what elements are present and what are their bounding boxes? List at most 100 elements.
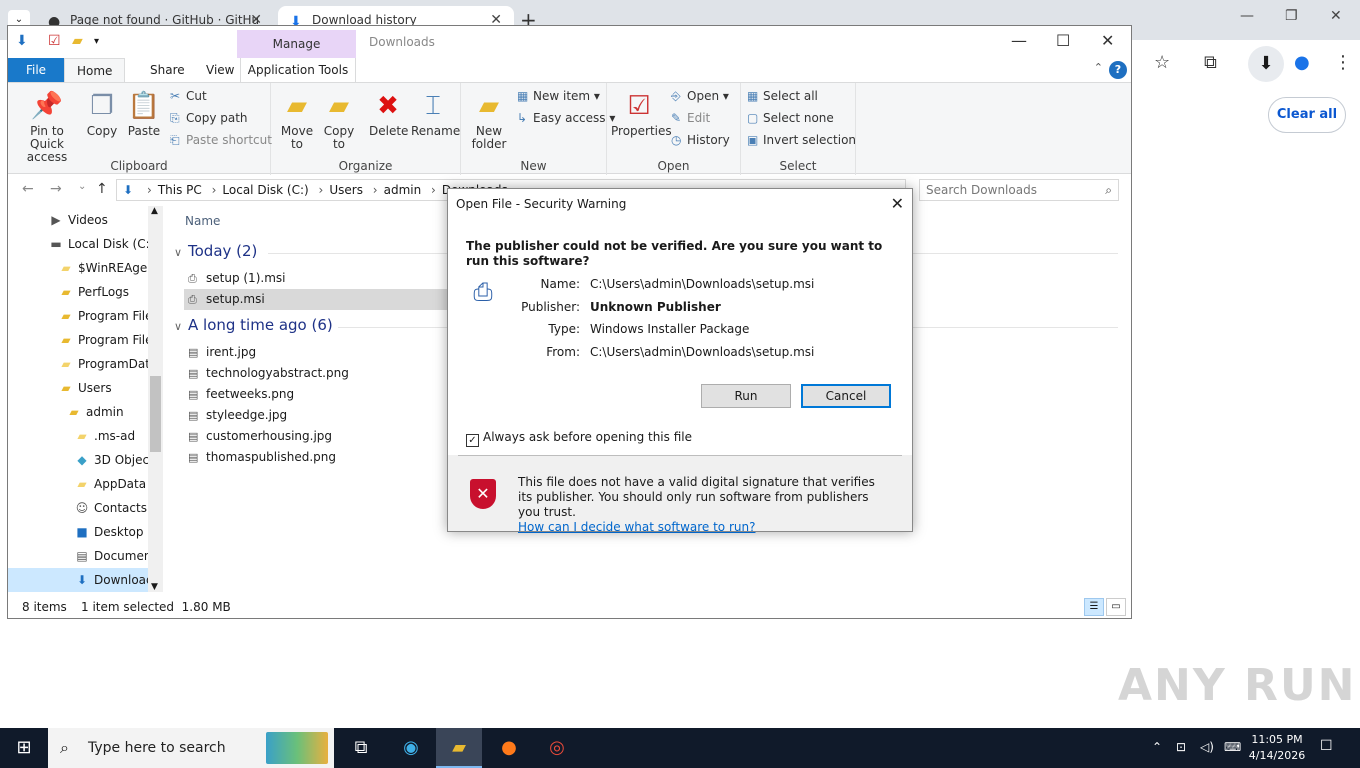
scrollbar-thumb[interactable]	[150, 376, 161, 452]
copy-to-button[interactable]: ▰ Copy to	[321, 87, 357, 151]
cancel-button[interactable]: Cancel	[801, 384, 891, 408]
nav-item-downloads[interactable]: ⬇ Downloads	[8, 568, 163, 592]
system-clock[interactable]: 11:05 PM 4/14/2026	[1244, 732, 1310, 764]
collapse-ribbon-icon[interactable]: ⌃	[1094, 61, 1103, 74]
customize-toolbar-icon[interactable]: ▾	[94, 36, 99, 47]
group-header-long-ago[interactable]: ∨ A long time ago (6)	[174, 316, 333, 334]
nav-item-desktop[interactable]: ■ Desktop	[74, 520, 143, 544]
forward-icon[interactable]: →	[50, 181, 62, 197]
nav-item-appdata[interactable]: ▰ AppData	[74, 472, 146, 496]
run-button[interactable]: Run	[701, 384, 791, 408]
tab-view[interactable]: View	[194, 58, 246, 82]
file-explorer-icon[interactable]: ▰	[436, 728, 482, 768]
select-none-button[interactable]: ▢ Select none	[747, 111, 834, 125]
nav-item-programdata[interactable]: ▰ ProgramData	[58, 352, 157, 376]
volume-icon[interactable]: ◁)	[1200, 740, 1214, 754]
help-icon[interactable]: ?	[1109, 61, 1127, 79]
show-hidden-icons-icon[interactable]: ⌃	[1152, 740, 1162, 754]
nav-item-winreagent[interactable]: ▰ $WinREAgent	[58, 256, 159, 280]
extensions-icon[interactable]: ⧉	[1204, 52, 1217, 73]
always-ask-checkbox[interactable]: ✓	[466, 434, 479, 447]
file-row[interactable]: ⎙ setup (1).msi	[184, 268, 448, 289]
profile-icon[interactable]: ●	[1294, 52, 1310, 73]
close-window-icon[interactable]: ✕	[1101, 31, 1114, 50]
nav-item-program-files-x86[interactable]: ▰ Program Files	[58, 328, 158, 352]
search-input[interactable]: Search Downloads ⌕	[919, 179, 1119, 201]
breadcrumb-users[interactable]: Users	[329, 183, 363, 197]
manage-tab[interactable]: Manage	[237, 30, 356, 58]
tab-share[interactable]: Share	[138, 58, 197, 82]
tab-application-tools[interactable]: Application Tools	[240, 58, 356, 82]
recent-locations-icon[interactable]: ⌄	[78, 181, 86, 192]
nav-item-contacts[interactable]: ☺ Contacts	[74, 496, 147, 520]
file-row[interactable]: ▤ thomaspublished.png	[184, 447, 448, 468]
help-link[interactable]: How can I decide what software to run?	[518, 520, 755, 534]
new-folder-icon[interactable]: ▰	[72, 33, 83, 49]
rename-button[interactable]: ⌶ Rename	[411, 87, 460, 138]
firefox-icon[interactable]: ●	[486, 728, 532, 768]
nav-item-admin[interactable]: ▰ admin	[66, 400, 123, 424]
tab-file[interactable]: File	[8, 58, 64, 82]
keyboard-icon[interactable]: ⌨	[1224, 740, 1241, 754]
large-icons-view-icon[interactable]: ▭	[1106, 598, 1126, 616]
new-item-button[interactable]: ▦ New item ▾	[517, 89, 600, 103]
notifications-icon[interactable]: ☐	[1320, 738, 1333, 754]
minimize-icon[interactable]: —	[1011, 31, 1027, 50]
select-all-button[interactable]: ▦ Select all	[747, 89, 818, 103]
edge-icon[interactable]: ◉	[388, 728, 434, 768]
minimize-icon[interactable]: —	[1240, 8, 1254, 24]
details-view-icon[interactable]: ☰	[1084, 598, 1104, 616]
nav-item-local-disk[interactable]: ▬ Local Disk (C:)	[48, 232, 154, 256]
breadcrumb-admin[interactable]: admin	[384, 183, 422, 197]
file-row[interactable]: ▤ styleedge.jpg	[184, 405, 448, 426]
cut-button[interactable]: ✂ Cut	[170, 89, 207, 103]
paste-button[interactable]: 📋 Paste	[126, 87, 162, 138]
breadcrumb-this-pc[interactable]: This PC	[158, 183, 202, 197]
nav-item-program-files[interactable]: ▰ Program Files	[58, 304, 158, 328]
invert-selection-button[interactable]: ▣ Invert selection	[747, 133, 856, 147]
nav-item-ms-ad[interactable]: ▰ .ms-ad	[74, 424, 135, 448]
breadcrumb-local-disk[interactable]: Local Disk (C:)	[222, 183, 308, 197]
copy-button[interactable]: ❐ Copy	[84, 87, 120, 138]
easy-access-button[interactable]: ↳ Easy access ▾	[517, 111, 615, 125]
paste-shortcut-button[interactable]: ⎗ Paste shortcut	[170, 133, 272, 148]
file-row-selected[interactable]: ⎙ setup.msi	[184, 289, 448, 310]
scroll-up-icon[interactable]: ▲	[151, 206, 158, 216]
maximize-icon[interactable]: ☐	[1056, 31, 1070, 50]
bookmark-star-icon[interactable]: ☆	[1154, 52, 1170, 73]
clear-all-button[interactable]: Clear all	[1268, 97, 1346, 133]
scroll-down-icon[interactable]: ▼	[151, 582, 158, 592]
navigation-scrollbar[interactable]: ▲ ▼	[148, 206, 163, 592]
up-icon[interactable]: ↑	[96, 181, 108, 197]
group-header-today[interactable]: ∨ Today (2)	[174, 242, 257, 260]
chrome-icon[interactable]: ◎	[534, 728, 580, 768]
always-ask-checkbox-row[interactable]: ✓ Always ask before opening this file	[466, 429, 692, 447]
windows-start-icon[interactable]: ⊞	[0, 728, 48, 768]
restore-icon[interactable]: ❐	[1285, 8, 1298, 24]
file-row[interactable]: ▤ technologyabstract.png	[184, 363, 448, 384]
copy-path-button[interactable]: ⎘ Copy path	[170, 111, 248, 126]
new-folder-button[interactable]: ▰ New folder	[467, 87, 511, 151]
network-icon[interactable]: ⊡	[1176, 740, 1186, 754]
open-button[interactable]: ⎆ Open ▾	[671, 89, 729, 104]
move-to-button[interactable]: ▰ Move to	[279, 87, 315, 151]
file-row[interactable]: ▤ customerhousing.jpg	[184, 426, 448, 447]
nav-item-users[interactable]: ▰ Users	[58, 376, 111, 400]
edit-button[interactable]: ✎ Edit	[671, 111, 710, 125]
downloads-icon[interactable]: ⬇	[1248, 46, 1284, 82]
file-row[interactable]: ▤ irent.jpg	[184, 342, 448, 363]
nav-item-videos[interactable]: ▶ Videos	[48, 208, 108, 232]
close-window-icon[interactable]: ✕	[1330, 8, 1342, 24]
delete-button[interactable]: ✖ Delete	[369, 87, 408, 138]
taskbar-search-box[interactable]: ⌕ Type here to search	[48, 728, 334, 768]
nav-item-perflogs[interactable]: ▰ PerfLogs	[58, 280, 129, 304]
close-icon[interactable]: ✕	[891, 189, 904, 219]
properties-icon[interactable]: ☑	[48, 33, 61, 49]
menu-icon[interactable]: ⋮	[1334, 52, 1352, 73]
file-row[interactable]: ▤ feetweeks.png	[184, 384, 448, 405]
properties-button[interactable]: ☑ Properties	[611, 87, 672, 138]
pin-quick-access-button[interactable]: 📌 Pin to Quick access	[14, 87, 80, 164]
tab-home[interactable]: Home	[64, 58, 126, 82]
history-button[interactable]: ◷ History	[671, 133, 730, 147]
task-view-icon[interactable]: ⧉	[338, 728, 384, 768]
